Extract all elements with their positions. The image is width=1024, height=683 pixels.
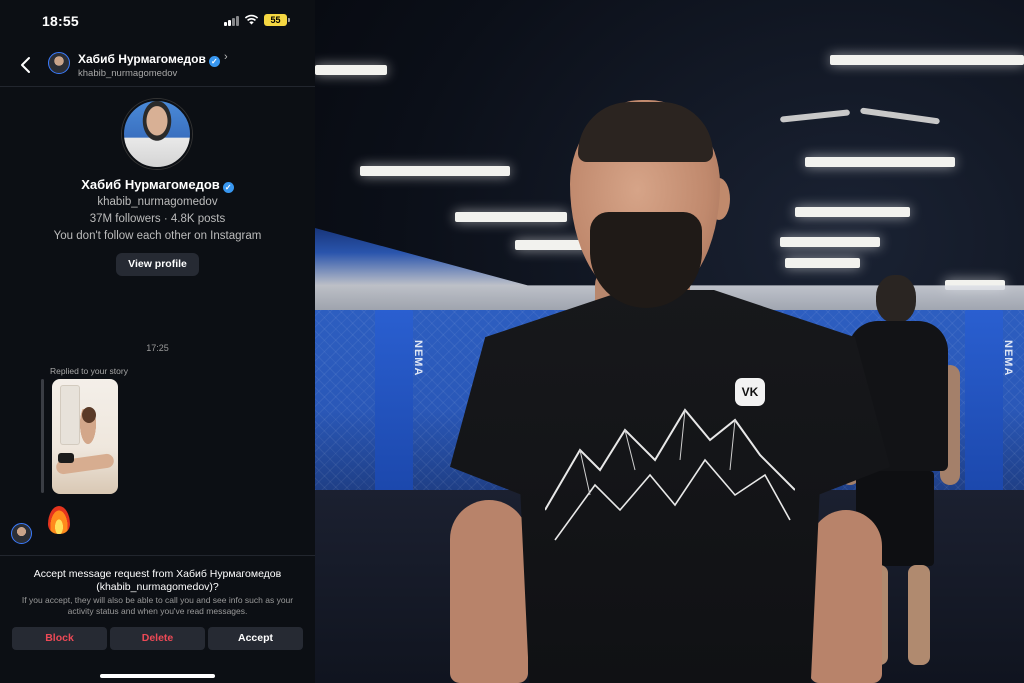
header-name-row[interactable]: Хабиб Нурмагомедов ✓ — [78, 52, 220, 67]
profile-name: Хабиб Нурмагомедов — [81, 177, 220, 192]
sender-avatar[interactable] — [11, 523, 32, 544]
cage-pad-text: NEMA — [1002, 340, 1014, 377]
accept-button[interactable]: Accept — [208, 627, 303, 650]
cage-pad: NEMA — [375, 310, 424, 515]
cage-pad: NEMA — [965, 310, 1014, 515]
header-username: khabib_nurmagomedov — [78, 68, 178, 79]
profile-avatar[interactable] — [122, 99, 192, 169]
fighter-portrait: VK — [450, 100, 890, 683]
delete-button[interactable]: Delete — [110, 627, 205, 650]
status-bar: 18:55 55 — [0, 0, 315, 40]
story-thumbnail[interactable] — [52, 379, 118, 494]
home-indicator[interactable] — [100, 674, 215, 678]
mountain-print — [545, 408, 795, 541]
replied-to-story-label: Replied to your story — [50, 366, 128, 376]
header-name[interactable]: Хабиб Нурмагомедов — [78, 52, 206, 66]
battery-icon: 55 — [264, 14, 290, 26]
reply-quote-bar — [41, 379, 44, 493]
message-request-panel: Accept message request from Хабиб Нурмаг… — [0, 555, 315, 683]
profile-name-row: Хабиб Нурмагомедов ✓ — [0, 177, 315, 193]
verified-badge-icon: ✓ — [222, 182, 234, 193]
cage-pad-text: NEMA — [412, 340, 424, 377]
ceiling-light — [830, 55, 1024, 65]
request-info: If you accept, they will also be able to… — [21, 595, 294, 616]
view-profile-button[interactable]: View profile — [116, 253, 199, 276]
signal-icon — [224, 16, 239, 26]
status-time: 18:55 — [42, 13, 79, 29]
header-divider — [0, 86, 315, 87]
request-title-line1: Accept message request from Хабиб Нурмаг… — [33, 568, 282, 580]
request-title: Accept message request from Хабиб Нурмаг… — [0, 568, 315, 594]
profile-follow-note: You don't follow each other on Instagram — [53, 230, 262, 242]
ceiling-light — [315, 65, 387, 75]
wifi-icon — [244, 14, 259, 25]
gym-photo: NEMA NEMA VK — [315, 0, 1024, 683]
verified-badge-icon: ✓ — [208, 56, 220, 67]
block-button[interactable]: Block — [12, 627, 107, 650]
chevron-right-icon[interactable]: › — [224, 51, 228, 63]
profile-stats: 37M followers · 4.8K posts — [89, 213, 226, 225]
header-avatar[interactable] — [48, 52, 70, 74]
chat-header: Хабиб Нурмагомедов ✓ › khabib_nurmagomedo… — [0, 44, 315, 84]
request-title-line2: (khabib_nurmagomedov)? — [96, 581, 219, 593]
back-chevron-icon[interactable] — [14, 54, 38, 76]
instagram-dm-screen: 18:55 55 Хабиб Нурмагомедов ✓ › khabib_nu… — [0, 0, 315, 683]
fire-emoji-message[interactable] — [44, 502, 74, 542]
message-timestamp: 17:25 — [146, 343, 169, 353]
profile-username: khabib_nurmagomedov — [97, 196, 218, 208]
fire-emoji — [44, 502, 74, 536]
